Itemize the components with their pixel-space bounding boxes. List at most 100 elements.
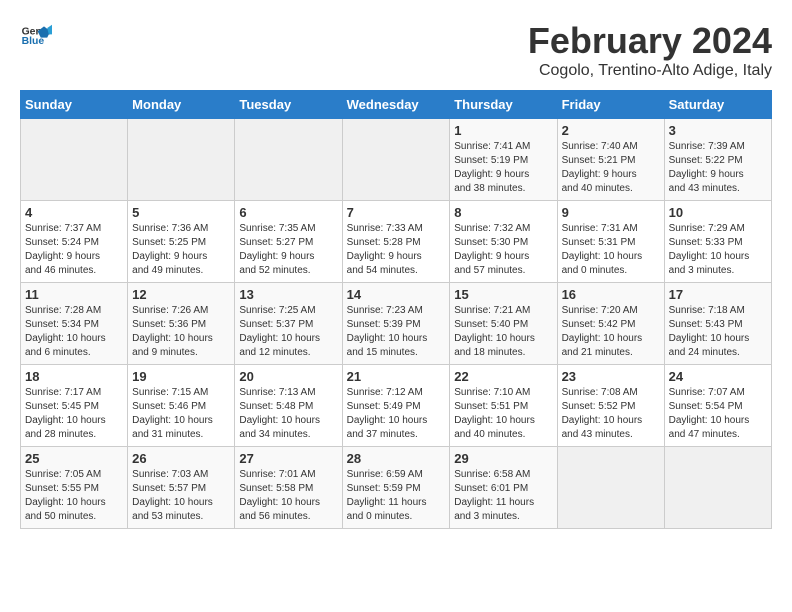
calendar-cell: 9 Sunrise: 7:31 AM Sunset: 5:31 PM Daylig… [557, 201, 664, 283]
logo: General Blue [20, 20, 52, 52]
week-row-4: 25 Sunrise: 7:05 AM Sunset: 5:55 PM Dayli… [21, 447, 772, 529]
day-info: Sunrise: 7:29 AM Sunset: 5:33 PM Dayligh… [669, 222, 767, 278]
page-header: General Blue February 2024 Cogolo, Trent… [20, 20, 772, 80]
day-info: Sunrise: 7:37 AM Sunset: 5:24 PM Dayligh… [25, 222, 123, 278]
week-row-2: 11 Sunrise: 7:28 AM Sunset: 5:34 PM Dayli… [21, 283, 772, 365]
day-number: 19 [132, 369, 230, 384]
day-info: Sunrise: 7:35 AM Sunset: 5:27 PM Dayligh… [239, 222, 337, 278]
day-info: Sunrise: 7:28 AM Sunset: 5:34 PM Dayligh… [25, 304, 123, 360]
calendar-cell [128, 119, 235, 201]
day-info: Sunrise: 7:01 AM Sunset: 5:58 PM Dayligh… [239, 468, 337, 524]
day-number: 8 [454, 205, 552, 220]
week-row-0: 1 Sunrise: 7:41 AM Sunset: 5:19 PM Daylig… [21, 119, 772, 201]
calendar-cell: 10 Sunrise: 7:29 AM Sunset: 5:33 PM Dayli… [664, 201, 771, 283]
day-info: Sunrise: 7:10 AM Sunset: 5:51 PM Dayligh… [454, 386, 552, 442]
calendar-cell: 27 Sunrise: 7:01 AM Sunset: 5:58 PM Dayli… [235, 447, 342, 529]
week-row-3: 18 Sunrise: 7:17 AM Sunset: 5:45 PM Dayli… [21, 365, 772, 447]
day-info: Sunrise: 7:31 AM Sunset: 5:31 PM Dayligh… [562, 222, 660, 278]
day-number: 22 [454, 369, 552, 384]
calendar-cell: 5 Sunrise: 7:36 AM Sunset: 5:25 PM Daylig… [128, 201, 235, 283]
calendar-cell: 21 Sunrise: 7:12 AM Sunset: 5:49 PM Dayli… [342, 365, 450, 447]
week-row-1: 4 Sunrise: 7:37 AM Sunset: 5:24 PM Daylig… [21, 201, 772, 283]
col-monday: Monday [128, 91, 235, 119]
day-info: Sunrise: 7:07 AM Sunset: 5:54 PM Dayligh… [669, 386, 767, 442]
title-area: February 2024 Cogolo, Trentino-Alto Adig… [528, 20, 772, 80]
day-number: 17 [669, 287, 767, 302]
calendar-body: 1 Sunrise: 7:41 AM Sunset: 5:19 PM Daylig… [21, 119, 772, 529]
day-info: Sunrise: 7:12 AM Sunset: 5:49 PM Dayligh… [347, 386, 446, 442]
day-number: 9 [562, 205, 660, 220]
day-info: Sunrise: 7:39 AM Sunset: 5:22 PM Dayligh… [669, 140, 767, 196]
day-info: Sunrise: 7:20 AM Sunset: 5:42 PM Dayligh… [562, 304, 660, 360]
calendar-cell: 2 Sunrise: 7:40 AM Sunset: 5:21 PM Daylig… [557, 119, 664, 201]
day-number: 25 [25, 451, 123, 466]
calendar-cell: 15Sunrise: 7:21 AM Sunset: 5:40 PM Dayli… [450, 283, 557, 365]
day-info: Sunrise: 6:59 AM Sunset: 5:59 PM Dayligh… [347, 468, 446, 524]
col-sunday: Sunday [21, 91, 128, 119]
col-tuesday: Tuesday [235, 91, 342, 119]
calendar-cell [235, 119, 342, 201]
day-info: Sunrise: 7:40 AM Sunset: 5:21 PM Dayligh… [562, 140, 660, 196]
calendar-cell: 6 Sunrise: 7:35 AM Sunset: 5:27 PM Daylig… [235, 201, 342, 283]
day-info: Sunrise: 7:05 AM Sunset: 5:55 PM Dayligh… [25, 468, 123, 524]
day-info: Sunrise: 7:33 AM Sunset: 5:28 PM Dayligh… [347, 222, 446, 278]
day-info: Sunrise: 7:36 AM Sunset: 5:25 PM Dayligh… [132, 222, 230, 278]
calendar-cell: 16 Sunrise: 7:20 AM Sunset: 5:42 PM Dayli… [557, 283, 664, 365]
day-number: 1 [454, 123, 552, 138]
day-info: Sunrise: 7:32 AM Sunset: 5:30 PM Dayligh… [454, 222, 552, 278]
day-number: 2 [562, 123, 660, 138]
day-info: Sunrise: 6:58 AM Sunset: 6:01 PM Dayligh… [454, 468, 552, 524]
day-info: Sunrise: 7:23 AM Sunset: 5:39 PM Dayligh… [347, 304, 446, 360]
col-wednesday: Wednesday [342, 91, 450, 119]
day-info: Sunrise: 7:26 AM Sunset: 5:36 PM Dayligh… [132, 304, 230, 360]
day-info: Sunrise: 7:13 AM Sunset: 5:48 PM Dayligh… [239, 386, 337, 442]
calendar-header: Sunday Monday Tuesday Wednesday Thursday… [21, 91, 772, 119]
calendar-subtitle: Cogolo, Trentino-Alto Adige, Italy [528, 62, 772, 80]
col-friday: Friday [557, 91, 664, 119]
logo-icon: General Blue [20, 20, 52, 52]
day-number: 26 [132, 451, 230, 466]
day-number: 13 [239, 287, 337, 302]
day-number: 16 [562, 287, 660, 302]
day-number: 24 [669, 369, 767, 384]
header-row: Sunday Monday Tuesday Wednesday Thursday… [21, 91, 772, 119]
calendar-cell [664, 447, 771, 529]
calendar-cell: 25 Sunrise: 7:05 AM Sunset: 5:55 PM Dayli… [21, 447, 128, 529]
calendar-cell: 12 Sunrise: 7:26 AM Sunset: 5:36 PM Dayli… [128, 283, 235, 365]
calendar-cell [342, 119, 450, 201]
day-number: 7 [347, 205, 446, 220]
day-number: 11 [25, 287, 123, 302]
calendar-cell: 1 Sunrise: 7:41 AM Sunset: 5:19 PM Daylig… [450, 119, 557, 201]
day-number: 5 [132, 205, 230, 220]
calendar-cell: 20 Sunrise: 7:13 AM Sunset: 5:48 PM Dayli… [235, 365, 342, 447]
calendar-cell: 7 Sunrise: 7:33 AM Sunset: 5:28 PM Daylig… [342, 201, 450, 283]
day-number: 4 [25, 205, 123, 220]
day-info: Sunrise: 7:41 AM Sunset: 5:19 PM Dayligh… [454, 140, 552, 196]
day-number: 12 [132, 287, 230, 302]
day-number: 10 [669, 205, 767, 220]
calendar-cell: 23Sunrise: 7:08 AM Sunset: 5:52 PM Dayli… [557, 365, 664, 447]
day-info: Sunrise: 7:18 AM Sunset: 5:43 PM Dayligh… [669, 304, 767, 360]
day-info: Sunrise: 7:15 AM Sunset: 5:46 PM Dayligh… [132, 386, 230, 442]
calendar-cell: 11 Sunrise: 7:28 AM Sunset: 5:34 PM Dayli… [21, 283, 128, 365]
day-number: 6 [239, 205, 337, 220]
calendar-cell: 8 Sunrise: 7:32 AM Sunset: 5:30 PM Daylig… [450, 201, 557, 283]
day-info: Sunrise: 7:25 AM Sunset: 5:37 PM Dayligh… [239, 304, 337, 360]
day-info: Sunrise: 7:17 AM Sunset: 5:45 PM Dayligh… [25, 386, 123, 442]
day-number: 18 [25, 369, 123, 384]
day-number: 29 [454, 451, 552, 466]
day-info: Sunrise: 7:08 AM Sunset: 5:52 PM Dayligh… [562, 386, 660, 442]
day-number: 20 [239, 369, 337, 384]
col-thursday: Thursday [450, 91, 557, 119]
day-number: 21 [347, 369, 446, 384]
calendar-cell: 3Sunrise: 7:39 AM Sunset: 5:22 PM Daylig… [664, 119, 771, 201]
calendar-cell [557, 447, 664, 529]
svg-text:Blue: Blue [22, 36, 45, 47]
calendar-cell: 24 Sunrise: 7:07 AM Sunset: 5:54 PM Dayli… [664, 365, 771, 447]
day-number: 14 [347, 287, 446, 302]
day-number: 28 [347, 451, 446, 466]
day-number: 27 [239, 451, 337, 466]
calendar-title: February 2024 [528, 20, 772, 62]
calendar-cell: 26Sunrise: 7:03 AM Sunset: 5:57 PM Dayli… [128, 447, 235, 529]
calendar-cell [21, 119, 128, 201]
